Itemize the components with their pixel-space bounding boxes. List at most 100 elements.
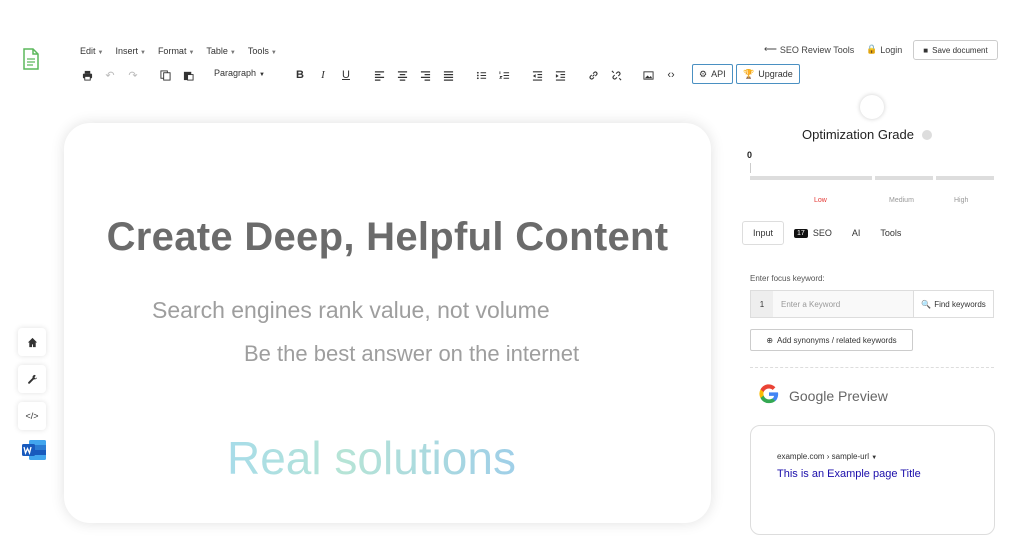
- folder-icon: ■: [923, 45, 929, 55]
- api-label: API: [711, 69, 726, 79]
- menu-format-label: Format: [157, 46, 187, 56]
- tab-input-label: Input: [753, 228, 774, 238]
- grade-level-high: High: [954, 197, 969, 204]
- align-right-icon[interactable]: [418, 66, 432, 84]
- numbered-list-icon[interactable]: [497, 66, 511, 84]
- upgrade-button[interactable]: 🏆 Upgrade: [736, 64, 800, 84]
- word-icon[interactable]: [21, 439, 47, 461]
- home-icon: [27, 337, 37, 347]
- unlink-icon[interactable]: [609, 66, 623, 84]
- menu-tools[interactable]: Tools ▼: [248, 46, 277, 56]
- preview-url-text: example.com › sample-url: [777, 452, 870, 461]
- menu-insert[interactable]: Insert ▼: [115, 46, 145, 56]
- indent-icon[interactable]: [553, 66, 567, 84]
- focus-keyword-label: Enter focus keyword:: [750, 274, 825, 283]
- login-label: Login: [880, 44, 903, 55]
- section-divider: [750, 367, 994, 368]
- bullet-list-icon[interactable]: [474, 66, 488, 84]
- editor-line-2: Be the best answer on the internet: [244, 341, 580, 366]
- find-keywords-label: Find keywords: [934, 299, 986, 309]
- seo-review-tools-link[interactable]: ⟵ SEO Review Tools: [764, 44, 854, 55]
- paste-icon[interactable]: [181, 66, 195, 84]
- copy-icon[interactable]: [158, 66, 172, 84]
- align-justify-icon[interactable]: [441, 66, 455, 84]
- grade-value: 0: [747, 150, 753, 160]
- align-center-icon[interactable]: [395, 66, 409, 84]
- grade-level-low: Low: [814, 197, 827, 204]
- menu-tools-label: Tools: [247, 46, 269, 56]
- editor-heading: Create Deep, Helpful Content: [106, 215, 669, 259]
- tab-input[interactable]: Input: [742, 221, 785, 245]
- api-button[interactable]: ⚙ API: [692, 64, 733, 84]
- paragraph-select-label: Paragraph: [214, 68, 257, 78]
- grade-marker: [750, 163, 751, 173]
- tab-seo[interactable]: 17 SEO: [784, 221, 842, 245]
- panel-tabs: Input 17 SEO AI Tools: [742, 221, 911, 245]
- chevron-down-icon: ▼: [97, 50, 104, 56]
- grade-level-medium: Medium: [889, 197, 914, 204]
- keyword-input[interactable]: [773, 291, 913, 317]
- print-icon[interactable]: [80, 66, 94, 84]
- paragraph-select[interactable]: Paragraph ▼: [214, 68, 265, 78]
- add-synonyms-button[interactable]: ⊕ Add synonyms / related keywords: [750, 329, 913, 351]
- chevron-down-icon: ▼: [229, 50, 236, 56]
- editor-line-1: Search engines rank value, not volume: [152, 297, 550, 323]
- italic-icon[interactable]: I: [316, 66, 330, 84]
- home-button[interactable]: [18, 328, 46, 356]
- tab-ai[interactable]: AI: [842, 221, 871, 245]
- grade-indicator: [860, 95, 884, 119]
- grade-bar-medium: [875, 176, 933, 180]
- google-preview-title: Google Preview: [789, 388, 888, 404]
- save-document-label: Save document: [932, 45, 988, 55]
- image-icon[interactable]: [641, 66, 655, 84]
- bold-icon[interactable]: B: [293, 66, 307, 84]
- outdent-icon[interactable]: [530, 66, 544, 84]
- editor-area[interactable]: Create Deep, Helpful Content Search engi…: [64, 123, 711, 523]
- menu-format[interactable]: Format ▼: [158, 46, 194, 56]
- menu-table[interactable]: Table ▼: [206, 46, 235, 56]
- align-left-icon[interactable]: [372, 66, 386, 84]
- link-icon[interactable]: [586, 66, 600, 84]
- search-icon: 🔍: [921, 299, 932, 309]
- google-logo-icon: [758, 383, 780, 405]
- upgrade-label: Upgrade: [758, 69, 793, 79]
- code-icon[interactable]: ‹›: [664, 66, 678, 84]
- menu-bar: Edit ▼ Insert ▼ Format ▼ Table ▼ Tools ▼: [80, 46, 277, 56]
- login-link[interactable]: 🔒 Login: [866, 44, 902, 55]
- tab-ai-label: AI: [851, 228, 861, 238]
- gear-icon: ⚙: [699, 68, 708, 79]
- help-icon[interactable]: [922, 129, 932, 140]
- add-synonyms-label: Add synonyms / related keywords: [777, 335, 897, 345]
- optimization-grade-label: Optimization Grade: [802, 127, 914, 142]
- chevron-down-icon: ▼: [270, 50, 277, 56]
- editor-line-3: Real solutions: [227, 432, 516, 484]
- document-icon: [22, 48, 40, 70]
- arrow-left-icon: ⟵: [764, 44, 777, 54]
- grade-bar-high: [936, 176, 994, 180]
- wrench-icon: [27, 374, 37, 384]
- html-code-button[interactable]: </>: [18, 402, 46, 430]
- redo-icon[interactable]: ↷: [126, 66, 140, 84]
- caret-down-icon: ▼: [871, 455, 878, 461]
- find-keywords-button[interactable]: 🔍 Find keywords: [913, 291, 993, 317]
- menu-insert-label: Insert: [115, 46, 138, 56]
- code-icon: </>: [25, 411, 39, 421]
- underline-icon[interactable]: U: [339, 66, 353, 84]
- tools-button[interactable]: [18, 365, 46, 393]
- google-preview-card: example.com › sample-url ▼ This is an Ex…: [750, 425, 995, 535]
- keyword-row-number: 1: [751, 291, 773, 317]
- menu-table-label: Table: [206, 46, 228, 56]
- tab-tools[interactable]: Tools: [870, 221, 911, 245]
- chevron-down-icon: ▼: [259, 72, 265, 78]
- save-document-button[interactable]: ■ Save document: [913, 40, 998, 60]
- undo-icon[interactable]: ↶: [103, 66, 117, 84]
- menu-edit-label: Edit: [80, 46, 96, 56]
- trophy-icon: 🏆: [743, 68, 755, 79]
- preview-page-title[interactable]: This is an Example page Title: [777, 468, 921, 480]
- preview-url: example.com › sample-url ▼: [777, 452, 877, 461]
- menu-edit[interactable]: Edit ▼: [80, 46, 103, 56]
- tab-seo-label: SEO: [812, 228, 832, 238]
- keyword-row: 1 🔍Find keywords: [750, 290, 994, 318]
- plus-circle-icon: ⊕: [766, 335, 774, 345]
- chevron-down-icon: ▼: [139, 50, 146, 56]
